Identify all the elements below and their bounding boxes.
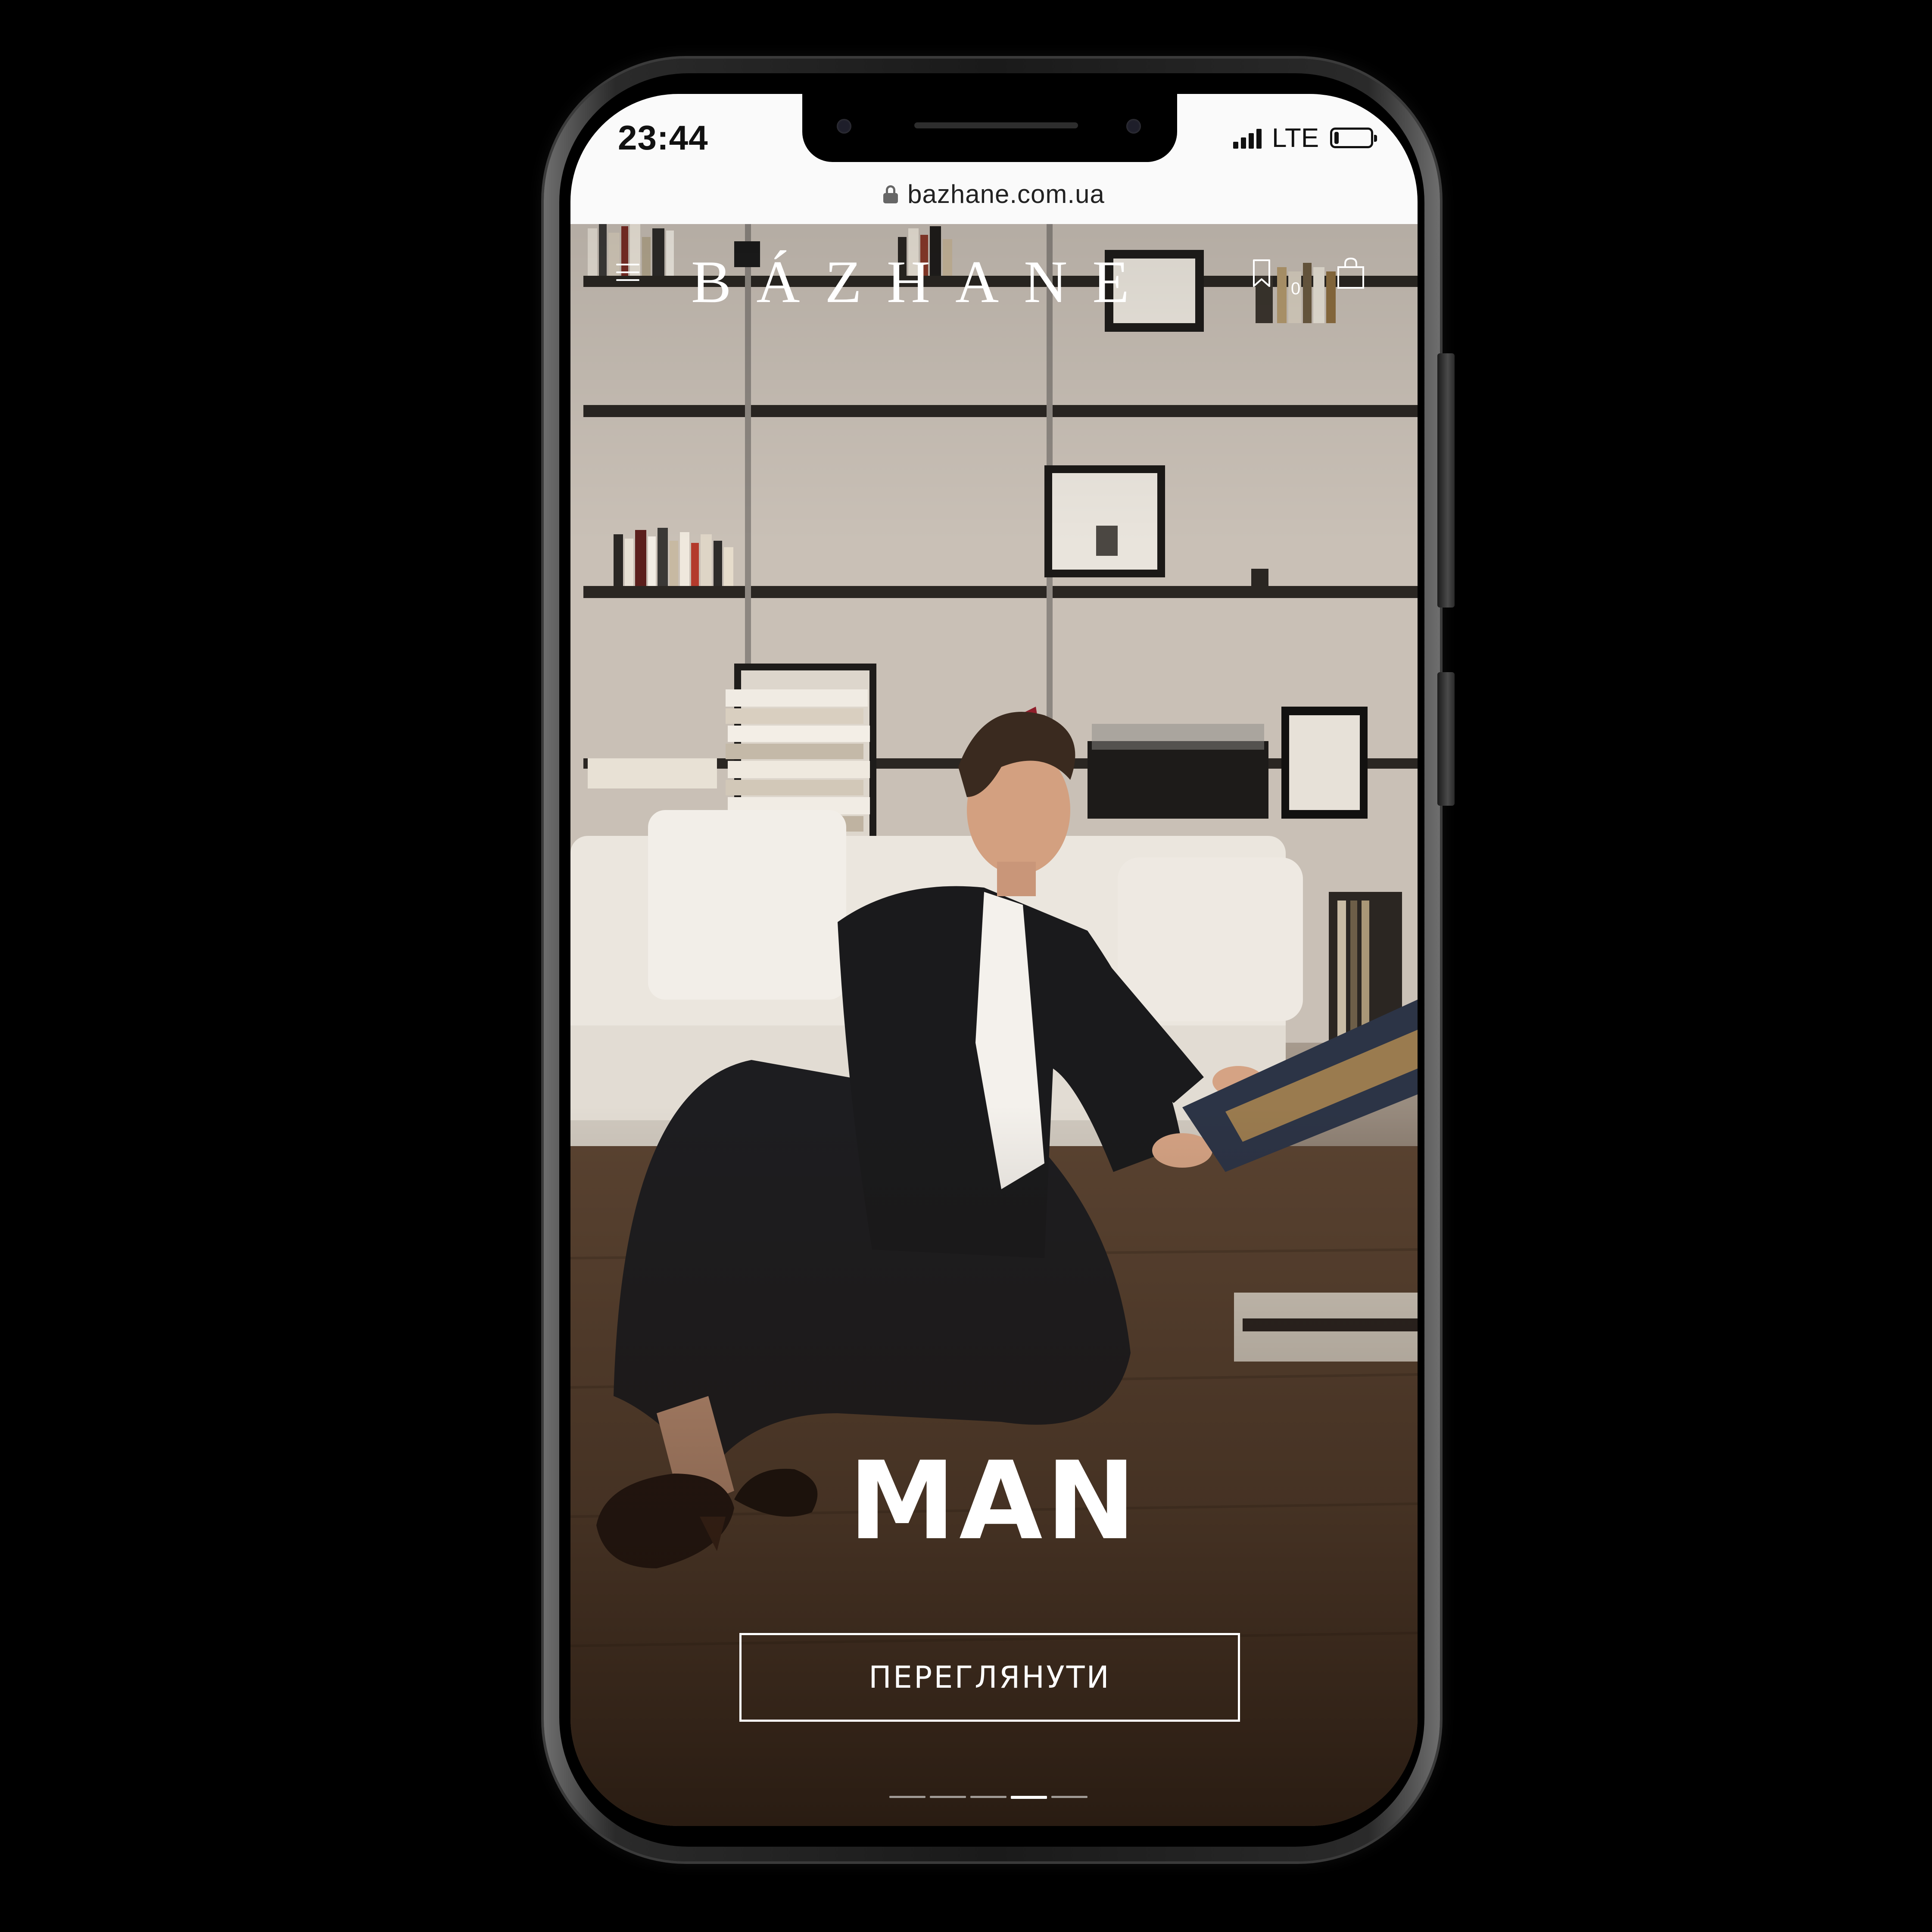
- bookmark-icon[interactable]: [1251, 259, 1272, 289]
- device-mockup: 23:44 LTE bazhane.com.ua BÁZHANE 0 MAN П…: [0, 0, 1932, 1932]
- view-collection-button[interactable]: ПЕРЕГЛЯНУТИ: [739, 1633, 1240, 1722]
- site-header: BÁZHANE 0: [570, 224, 1418, 315]
- hero-title: MAN: [848, 1438, 1140, 1564]
- network-type: LTE: [1272, 123, 1319, 153]
- status-time: 23:44: [618, 118, 708, 157]
- slider-dot-active[interactable]: [1011, 1796, 1047, 1799]
- address-bar[interactable]: bazhane.com.ua: [570, 172, 1418, 215]
- volume-button: [1437, 672, 1455, 806]
- phone-screen: 23:44 LTE bazhane.com.ua BÁZHANE 0 MAN П…: [570, 94, 1418, 1826]
- hero-banner[interactable]: [570, 224, 1418, 1826]
- wishlist-count: 0: [1291, 279, 1301, 298]
- speaker-grille: [914, 122, 1078, 128]
- hero-image: [570, 224, 1418, 1826]
- slider-dot[interactable]: [930, 1796, 966, 1798]
- power-button: [1437, 353, 1455, 608]
- status-indicators: LTE: [1233, 121, 1377, 155]
- brand-logo[interactable]: BÁZHANE: [691, 247, 1129, 317]
- battery-icon: [1330, 128, 1377, 148]
- slider-dot[interactable]: [1051, 1796, 1088, 1798]
- hamburger-menu-icon[interactable]: [616, 264, 639, 281]
- slider-dot[interactable]: [970, 1796, 1007, 1798]
- url-text: bazhane.com.ua: [907, 179, 1105, 209]
- slider-dot[interactable]: [889, 1796, 925, 1798]
- lock-icon: [883, 185, 898, 203]
- shopping-bag-icon[interactable]: [1336, 257, 1366, 290]
- sensor-icon: [1126, 119, 1141, 134]
- signal-strength-icon: [1233, 127, 1262, 149]
- slider-pagination: [889, 1796, 1088, 1799]
- camera-notch: [802, 94, 1177, 162]
- camera-icon: [837, 119, 851, 134]
- battery-level: [1334, 132, 1339, 144]
